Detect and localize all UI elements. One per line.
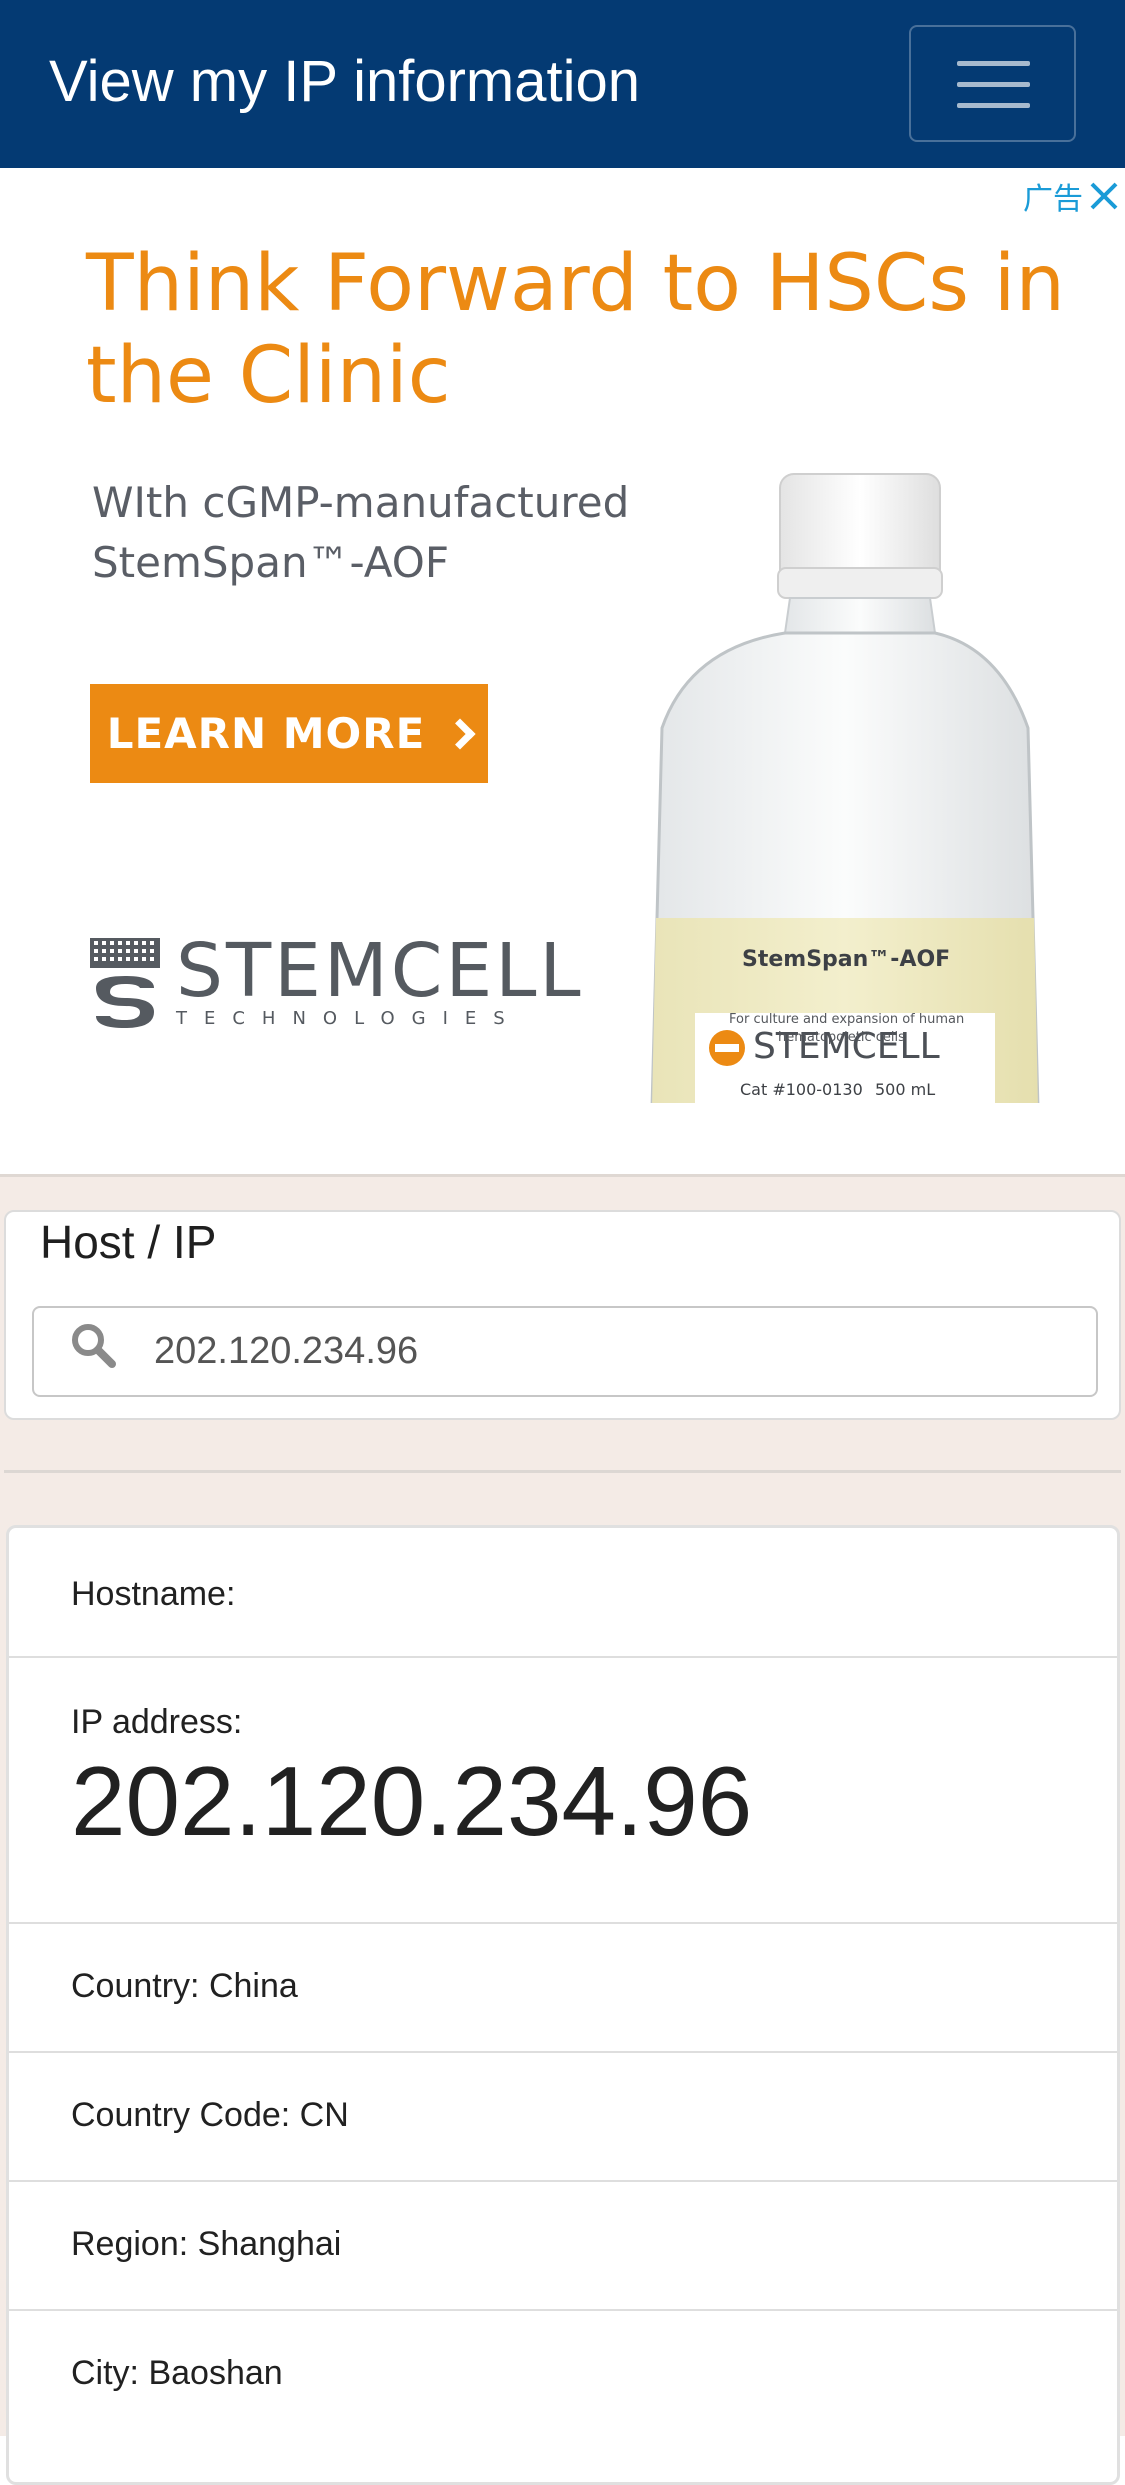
bottle-catalog-number: Cat #100-0130 [740,1080,863,1099]
bottle-description-2: hematopoietic cells [778,1030,905,1045]
bottle-volume: 500 mL [875,1080,936,1099]
ip-address-label: IP address: [71,1703,243,1741]
country-code-row: Country Code: CN [9,2053,1117,2182]
ip-address-value: 202.120.234.96 [71,1746,753,1856]
bottle-description-1: For culture and expansion of human [729,1012,965,1027]
host-ip-search-card: Host / IP [4,1210,1121,1420]
city-row: City: Baoshan [9,2311,1117,2440]
brand-wordmark: STEMCELL [176,927,584,1014]
menu-icon [957,61,1030,66]
menu-icon-bar [957,103,1030,108]
divider [4,1470,1121,1473]
ip-address-row: IP address: 202.120.234.96 [9,1658,1117,1924]
menu-icon-bar [957,82,1030,87]
search-title: Host / IP [40,1216,217,1268]
learn-more-label: LEARN MORE [106,709,426,758]
city-value: City: Baoshan [71,2354,283,2392]
stemcell-logo-icon [88,936,162,1030]
chevron-right-icon [444,717,476,750]
region-row: Region: Shanghai [9,2182,1117,2311]
region-value: Region: Shanghai [71,2225,342,2263]
country-row: Country: China [9,1924,1117,2053]
ad-choices[interactable]: 广告 [1023,174,1121,218]
search-field[interactable] [32,1306,1098,1397]
country-value: Country: China [71,1967,298,2005]
stemcell-logo: STEMCELL TECHNOLOGIES [88,933,584,1033]
ip-info-list: Hostname: IP address: 202.120.234.96 Cou… [6,1525,1120,2485]
site-brand[interactable]: View my IP information [49,46,640,118]
host-ip-input[interactable] [154,1308,1074,1395]
navbar: View my IP information [0,0,1125,168]
close-icon[interactable] [1087,179,1121,213]
hostname-label: Hostname: [71,1575,236,1613]
country-code-value: Country Code: CN [71,2096,349,2134]
advertisement-banner[interactable]: 广告 Think Forward to HSCs in the Clinic W… [0,168,1125,1103]
hostname-row: Hostname: [9,1528,1117,1658]
menu-toggle-button[interactable] [909,25,1076,142]
ad-headline: Think Forward to HSCs in the Clinic [86,239,1065,421]
search-icon [72,1324,116,1368]
product-bottle-image: STEMCELL [650,473,1040,1103]
bottle-product-name: StemSpan™-AOF [742,947,951,972]
learn-more-button[interactable]: LEARN MORE [90,684,488,783]
ad-label: 广告 [1023,182,1083,217]
